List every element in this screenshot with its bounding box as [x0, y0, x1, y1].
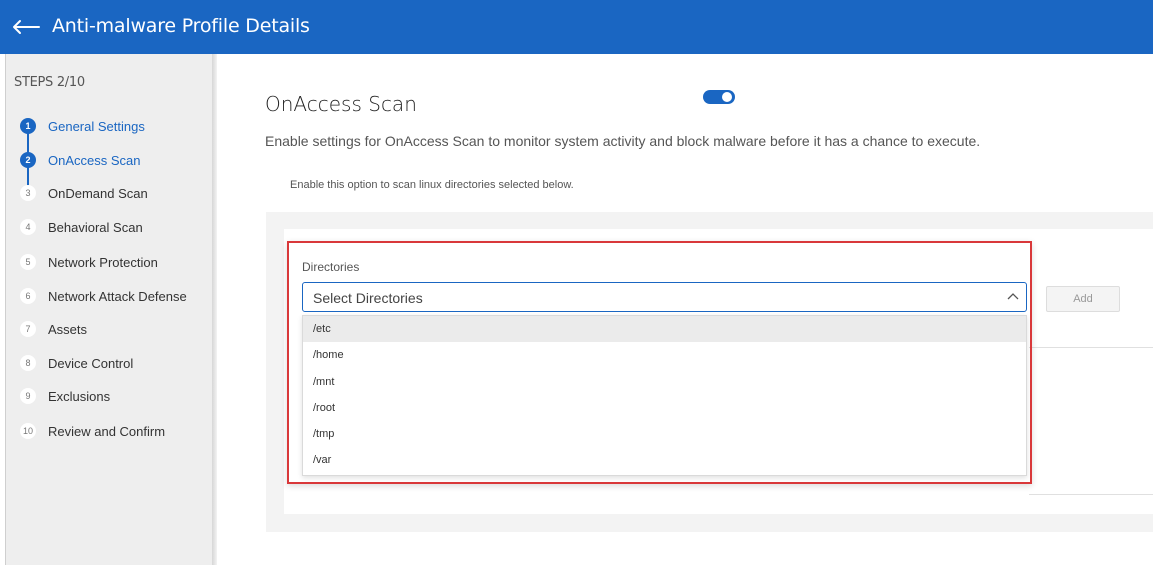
option-var[interactable]: /var — [303, 447, 1026, 473]
step-network-protection[interactable]: 5 Network Protection — [20, 252, 158, 272]
step-ondemand-scan[interactable]: 3 OnDemand Scan — [20, 183, 148, 203]
option-root[interactable]: /root — [303, 395, 1026, 421]
section-description: Enable settings for OnAccess Scan to mon… — [265, 133, 981, 149]
step-label: Device Control — [48, 355, 134, 371]
page-title: Anti-malware Profile Details — [52, 15, 310, 37]
step-exclusions[interactable]: 9 Exclusions — [20, 386, 110, 406]
directories-label: Directories — [302, 260, 360, 274]
step-label: OnAccess Scan — [48, 152, 141, 168]
step-label: Review and Confirm — [48, 423, 166, 439]
step-label: Behavioral Scan — [48, 219, 143, 235]
directories-select-value: Select Directories — [313, 290, 423, 306]
chevron-up-icon — [1006, 290, 1020, 309]
step-device-control[interactable]: 8 Device Control — [20, 353, 133, 373]
option-home[interactable]: /home — [303, 342, 1026, 368]
toggle-knob — [722, 92, 732, 102]
divider — [1029, 347, 1153, 348]
directories-select[interactable]: Select Directories — [302, 282, 1027, 312]
linux-option-description: Enable this option to scan linux directo… — [290, 179, 574, 191]
top-header-bar: Anti-malware Profile Details — [0, 0, 1153, 54]
step-label: OnDemand Scan — [48, 185, 148, 201]
option-tmp[interactable]: /tmp — [303, 421, 1026, 447]
option-etc[interactable]: /etc — [303, 316, 1026, 342]
step-number: 1 — [20, 118, 36, 134]
step-label: Assets — [48, 321, 88, 337]
step-behavioral-scan[interactable]: 4 Behavioral Scan — [20, 217, 143, 237]
step-number: 5 — [20, 254, 36, 270]
step-number: 3 — [20, 185, 36, 201]
step-number: 7 — [20, 321, 36, 337]
divider — [1029, 494, 1153, 495]
step-review-and-confirm[interactable]: 10 Review and Confirm — [20, 421, 165, 441]
option-mnt[interactable]: /mnt — [303, 369, 1026, 395]
sidebar-divider — [212, 54, 217, 565]
step-general-settings[interactable]: 1 General Settings — [20, 116, 145, 136]
step-number: 4 — [20, 219, 36, 235]
onaccess-scan-toggle[interactable] — [703, 90, 735, 104]
step-network-attack-defense[interactable]: 6 Network Attack Defense — [20, 286, 187, 306]
step-number: 8 — [20, 355, 36, 371]
directories-dropdown: /etc /home /mnt /root /tmp /var — [302, 315, 1027, 476]
step-onaccess-scan[interactable]: 2 OnAccess Scan — [20, 150, 141, 170]
step-label: Network Protection — [48, 254, 158, 270]
back-arrow-icon[interactable] — [8, 12, 44, 42]
steps-counter: STEPS 2/10 — [14, 75, 85, 90]
step-number: 9 — [20, 388, 36, 404]
step-number: 2 — [20, 152, 36, 168]
step-assets[interactable]: 7 Assets — [20, 319, 87, 339]
section-title: OnAccess Scan — [265, 92, 417, 116]
add-button[interactable]: Add — [1046, 286, 1120, 312]
step-label: Exclusions — [48, 388, 111, 404]
step-number: 6 — [20, 288, 36, 304]
step-label: Network Attack Defense — [48, 288, 187, 304]
step-label: General Settings — [48, 118, 145, 134]
step-number: 10 — [20, 423, 36, 439]
